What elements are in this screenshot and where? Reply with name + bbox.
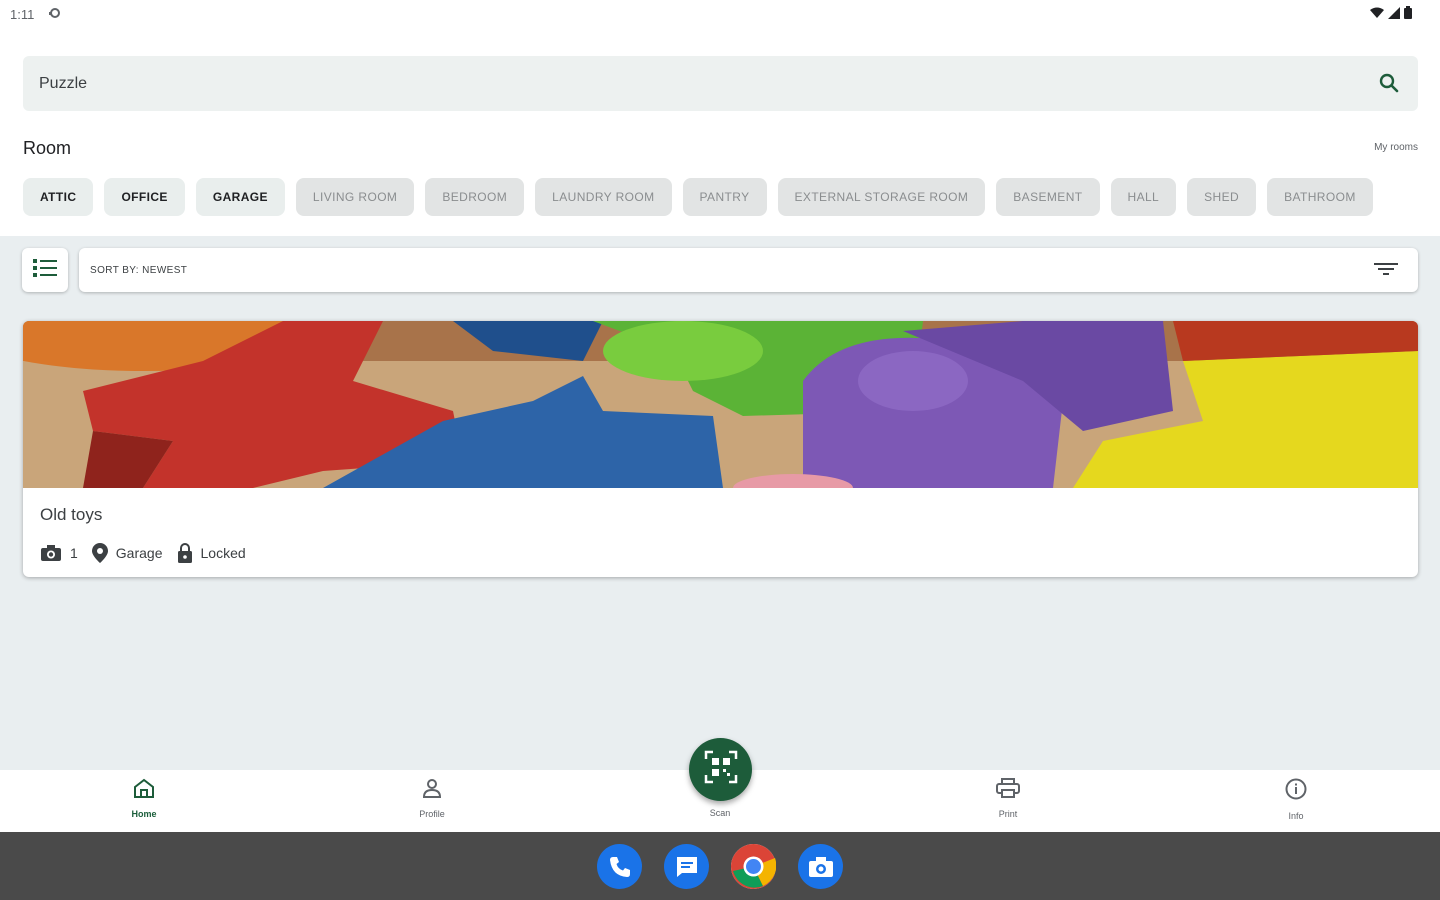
system-icons: [1370, 6, 1412, 24]
toy-letters-photo: [23, 321, 1418, 488]
app-dock: [597, 844, 843, 889]
item-card[interactable]: Old toys 1 Garage Locked: [23, 321, 1418, 577]
room-chip-list: ATTIC OFFICE GARAGE LIVING ROOM BEDROOM …: [23, 178, 1373, 216]
messages-app-icon[interactable]: [664, 844, 709, 889]
location-pin-icon: [91, 543, 108, 563]
list-icon: [33, 258, 57, 282]
phone-app-icon[interactable]: [597, 844, 642, 889]
wifi-icon: [1370, 6, 1384, 24]
room-chip-garage[interactable]: GARAGE: [195, 178, 285, 216]
nav-home-label: Home: [131, 809, 157, 819]
room-chip-laundry-room[interactable]: LAUNDRY ROOM: [535, 178, 672, 216]
room-chip-pantry[interactable]: PANTRY: [682, 178, 767, 216]
room-chip-bedroom[interactable]: BEDROOM: [425, 178, 525, 216]
content-area: SORT BY: NEWEST Old toys 1 Garage Locked: [0, 236, 1440, 770]
printer-icon: [996, 778, 1020, 803]
search-bar: [23, 56, 1418, 111]
room-chip-external-storage-room[interactable]: EXTERNAL STORAGE ROOM: [777, 178, 986, 216]
lock-status: Locked: [200, 545, 246, 561]
sort-bar[interactable]: SORT BY: NEWEST: [79, 248, 1418, 292]
nav-info[interactable]: Info: [1256, 778, 1336, 821]
item-title: Old toys: [40, 505, 103, 524]
battery-icon: [1404, 6, 1412, 24]
room-chip-bathroom[interactable]: BATHROOM: [1267, 178, 1373, 216]
photo-count: 1: [70, 545, 78, 561]
search-icon[interactable]: [1378, 72, 1402, 96]
nav-print-label: Print: [998, 809, 1018, 819]
status-bar: 1:11: [0, 0, 1440, 30]
room-chip-office[interactable]: OFFICE: [104, 178, 185, 216]
chrome-app-icon[interactable]: [731, 844, 776, 889]
filter-icon[interactable]: [1374, 260, 1398, 283]
camera-icon: [40, 544, 62, 562]
status-time: 1:11: [10, 7, 35, 22]
sort-label: SORT BY: NEWEST: [90, 265, 188, 276]
qr-scan-icon: [704, 750, 738, 789]
room-chip-shed[interactable]: SHED: [1187, 178, 1257, 216]
nav-scan-label: Scan: [709, 808, 731, 818]
room-section-title: Room: [23, 138, 72, 158]
sync-icon: [48, 6, 62, 25]
system-taskbar: [0, 832, 1440, 900]
scan-fab-button[interactable]: [689, 738, 752, 801]
signal-icon: [1388, 6, 1400, 24]
item-meta: 1 Garage Locked: [40, 543, 260, 563]
info-icon: [1285, 778, 1307, 805]
search-input[interactable]: [39, 56, 1339, 111]
room-chip-attic[interactable]: ATTIC: [23, 178, 94, 216]
profile-icon: [421, 778, 443, 803]
item-location: Garage: [115, 545, 163, 561]
my-rooms-link[interactable]: My rooms: [1374, 142, 1418, 153]
lock-icon: [177, 543, 193, 563]
nav-home[interactable]: Home: [104, 778, 184, 819]
home-icon: [133, 778, 155, 803]
nav-print[interactable]: Print: [968, 778, 1048, 819]
list-view-toggle-button[interactable]: [22, 248, 68, 292]
room-chip-basement[interactable]: BASEMENT: [996, 178, 1100, 216]
room-chip-living-room[interactable]: LIVING ROOM: [295, 178, 415, 216]
camera-app-icon[interactable]: [798, 844, 843, 889]
nav-profile-label: Profile: [419, 809, 445, 819]
nav-profile[interactable]: Profile: [392, 778, 472, 819]
room-chip-hall[interactable]: HALL: [1110, 178, 1177, 216]
nav-info-label: Info: [1288, 811, 1304, 821]
